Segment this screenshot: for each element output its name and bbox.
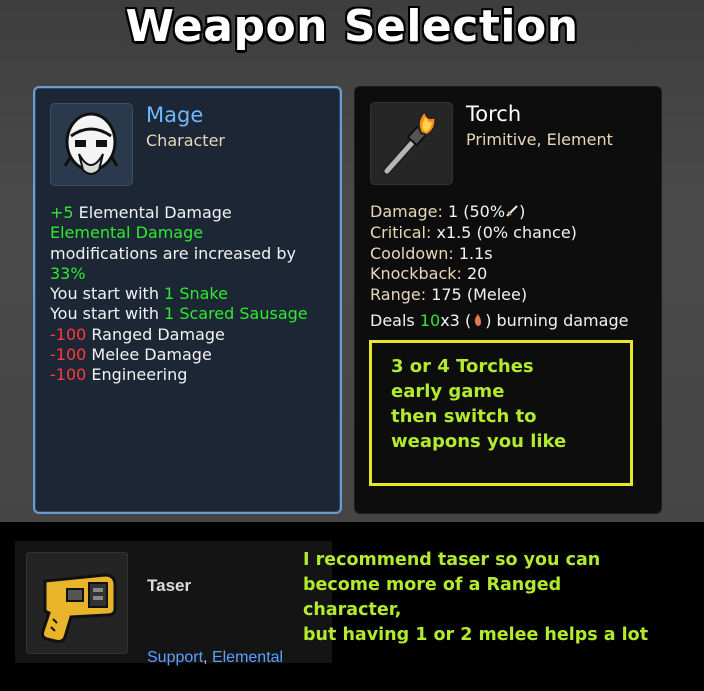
stat-range: Range: 175 (Melee) — [370, 285, 528, 305]
effect-line: +5 Elemental Damage — [50, 203, 232, 222]
taser-icon — [26, 552, 128, 654]
mage-portrait-icon — [50, 103, 133, 186]
character-name: Mage — [146, 103, 204, 127]
weapon-stats: Damage: 1 (50%) Critical: x1.5 (0% chanc… — [370, 202, 650, 332]
weapon-tags: Primitive, Element — [466, 130, 613, 149]
weapon-name: Torch — [466, 102, 522, 126]
game-screen: Weapon Selection Mage Character +5 Eleme… — [0, 0, 704, 522]
effect-line: 33% — [50, 263, 86, 283]
stat-damage: Damage: 1 (50%) — [370, 202, 526, 221]
recommendation-text: I recommend taser so you can become more… — [303, 550, 649, 645]
effect-line: You start with 1 Scared Sausage — [50, 304, 308, 324]
stat-cooldown: Cooldown: 1.1s — [370, 243, 493, 263]
torch-note-box: 3 or 4 Torches early game then switch to… — [369, 340, 633, 486]
effect-line: You start with 1 Snake — [50, 284, 228, 304]
character-effects: +5 Elemental Damage Elemental Damage mod… — [50, 203, 330, 386]
taser-name: Taser — [147, 576, 192, 595]
stat-knockback: Knockback: 20 — [370, 264, 488, 284]
effect-line: modifications are increased by — [50, 243, 296, 263]
torch-icon — [370, 102, 453, 185]
screen-title: Weapon Selection — [125, 1, 579, 52]
effect-line: -100 Ranged Damage — [50, 324, 225, 344]
stat-burning: Deals 10x3 () burning damage — [370, 310, 629, 330]
flame-icon — [471, 312, 485, 326]
character-type: Character — [146, 131, 225, 150]
sword-icon — [505, 203, 519, 217]
effect-line: -100 Melee Damage — [50, 345, 212, 365]
effect-line: Elemental Damage — [50, 223, 204, 243]
taser-card[interactable]: Taser Support, Elemental — [15, 541, 332, 666]
scared-sausage-value: 1 Scared Sausage — [164, 304, 308, 324]
effect-line: -100 Engineering — [50, 365, 188, 385]
torch-note: 3 or 4 Torches early game then switch to… — [391, 356, 567, 452]
taser-tags: Support, Elemental — [147, 649, 284, 666]
character-card[interactable]: Mage Character +5 Elemental Damage Eleme… — [33, 86, 342, 514]
stat-critical: Critical: x1.5 (0% chance) — [370, 222, 577, 242]
